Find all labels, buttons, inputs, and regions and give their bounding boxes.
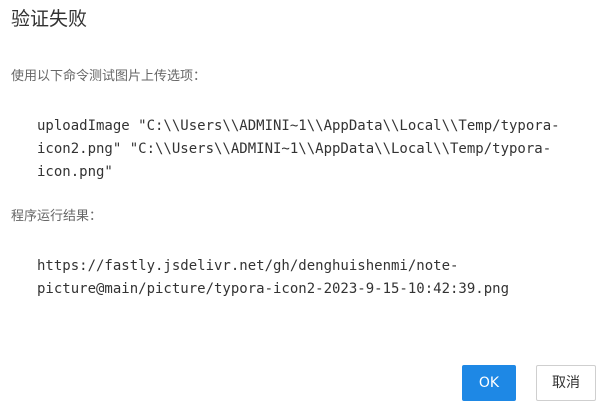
cancel-button[interactable]: 取消	[536, 365, 596, 401]
result-text: https://fastly.jsdelivr.net/gh/denghuish…	[37, 255, 597, 301]
validation-failed-dialog: 验证失败 使用以下命令测试图片上传选项： uploadImage "C:\\Us…	[0, 0, 615, 406]
command-line: uploadImage "C:\\Users\\ADMINI~1\\AppDat…	[37, 118, 560, 134]
command-label: 使用以下命令测试图片上传选项：	[11, 69, 207, 84]
command-text: uploadImage "C:\\Users\\ADMINI~1\\AppDat…	[37, 115, 597, 184]
result-line: picture@main/picture/typora-icon2-2023-9…	[37, 281, 510, 297]
result-line: https://fastly.jsdelivr.net/gh/denghuish…	[37, 258, 459, 274]
dialog-title: 验证失败	[11, 8, 88, 30]
result-label: 程序运行结果：	[11, 209, 103, 224]
command-line: icon.png"	[37, 164, 113, 180]
command-line: icon2.png" "C:\\Users\\ADMINI~1\\AppData…	[37, 141, 552, 157]
ok-button[interactable]: OK	[462, 365, 516, 401]
